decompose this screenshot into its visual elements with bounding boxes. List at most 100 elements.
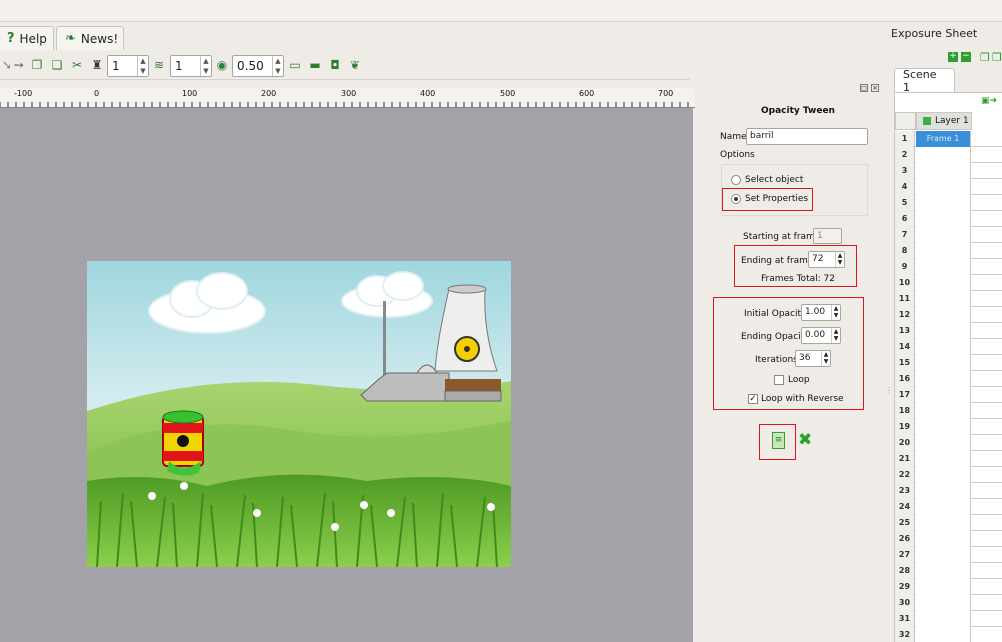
- camera-icon[interactable]: ◘: [328, 58, 342, 72]
- frame-cell[interactable]: [916, 195, 971, 211]
- frame-cell[interactable]: [916, 355, 971, 371]
- initial-opacity-field[interactable]: 1.00 ▲ ▼: [801, 304, 841, 321]
- trash-icon[interactable]: ♜: [90, 58, 104, 72]
- close-icon[interactable]: ✖: [798, 430, 812, 450]
- iterations-stepper[interactable]: ▲ ▼: [821, 351, 830, 366]
- end-frame-stepper[interactable]: ▲ ▼: [835, 252, 844, 267]
- row-number: 19: [895, 419, 915, 435]
- radio-set-properties[interactable]: [731, 194, 741, 204]
- frame-cell[interactable]: [916, 627, 971, 642]
- frame-cell[interactable]: [916, 227, 971, 243]
- exposure-row: 29: [895, 579, 1002, 595]
- frame-cell[interactable]: [916, 163, 971, 179]
- frame-cell[interactable]: [916, 387, 971, 403]
- name-field[interactable]: barril: [746, 128, 868, 145]
- pointer-icon[interactable]: ➙: [12, 58, 26, 72]
- add-layer-icon[interactable]: +: [948, 52, 958, 62]
- layer-color-icon: [923, 117, 931, 125]
- spin-one-input[interactable]: 1 ▲ ▼: [107, 55, 149, 77]
- tab-news[interactable]: ❧ News!: [56, 26, 124, 50]
- spin-two-input[interactable]: 1 ▲ ▼: [170, 55, 212, 77]
- radio-select-object[interactable]: [731, 175, 741, 185]
- frame-cell[interactable]: [916, 435, 971, 451]
- opacity-icon[interactable]: ◉: [215, 58, 229, 72]
- ruler-label: 200: [261, 89, 277, 98]
- initial-opacity-stepper[interactable]: ▲ ▼: [831, 305, 840, 320]
- loop-reverse-checkbox[interactable]: ✓: [748, 394, 758, 404]
- tab-help[interactable]: ? Help: [0, 26, 54, 50]
- row-number: 20: [895, 435, 915, 451]
- frame-cell[interactable]: Frame 1: [916, 131, 971, 147]
- frame-cell[interactable]: [916, 211, 971, 227]
- frame-cell[interactable]: [916, 307, 971, 323]
- scene-copy-icon[interactable]: ❐: [992, 51, 1002, 64]
- exposure-row: 6: [895, 211, 1002, 227]
- frame-cell[interactable]: [916, 515, 971, 531]
- exposure-row: 4: [895, 179, 1002, 195]
- screen-icon[interactable]: ▬: [308, 58, 322, 72]
- tab-scene-1[interactable]: Scene 1: [894, 68, 955, 94]
- iterations-field[interactable]: 36 ▲ ▼: [795, 350, 831, 367]
- exposure-row: 26: [895, 531, 1002, 547]
- frame-cell[interactable]: [916, 547, 971, 563]
- frame-cell[interactable]: [916, 371, 971, 387]
- remove-layer-icon[interactable]: −: [961, 52, 971, 62]
- row-number: 1: [895, 131, 915, 147]
- row-number: 15: [895, 355, 915, 371]
- horizontal-ruler: -100 0 100 200 300 400 500 600 700: [0, 88, 695, 108]
- opacity-arrows[interactable]: ▲ ▼: [272, 56, 283, 76]
- leaf-icon[interactable]: ❦: [348, 58, 362, 72]
- frame-cell[interactable]: [916, 179, 971, 195]
- exposure-row: 21: [895, 451, 1002, 467]
- panel-float-icon[interactable]: ◻: [860, 84, 868, 92]
- frame-cell[interactable]: [916, 451, 971, 467]
- layer-tool-icon[interactable]: ▣➜: [981, 96, 997, 106]
- frame-cell[interactable]: [916, 579, 971, 595]
- frame-cell[interactable]: [916, 419, 971, 435]
- onion-skin-icon[interactable]: ≋: [152, 58, 166, 72]
- row-number: 23: [895, 483, 915, 499]
- toolbar: ➘ ➙ ❐ ❏ ✂ ♜ 1 ▲ ▼ ≋ 1 ▲ ▼ ◉ 0.50 ▲ ▼ ▭ ▬ ◘ …: [0, 52, 690, 80]
- frame-cell[interactable]: [916, 291, 971, 307]
- exposure-row: 27: [895, 547, 1002, 563]
- frame-cell[interactable]: [916, 467, 971, 483]
- exposure-row: 19: [895, 419, 1002, 435]
- frame-cell[interactable]: [916, 259, 971, 275]
- scene-canvas[interactable]: [87, 261, 511, 567]
- ruler-label: 700: [658, 89, 674, 98]
- frame-cell[interactable]: [916, 563, 971, 579]
- frame-cell[interactable]: [916, 611, 971, 627]
- cut-icon[interactable]: ✂: [70, 58, 84, 72]
- frame-cell[interactable]: [916, 403, 971, 419]
- copy-icon[interactable]: ❐: [30, 58, 44, 72]
- frame-cell[interactable]: [916, 275, 971, 291]
- exposure-row: 20: [895, 435, 1002, 451]
- frame-cell[interactable]: [916, 147, 971, 163]
- frame-cell[interactable]: [916, 531, 971, 547]
- initial-opacity-label: Initial Opacity:: [744, 309, 809, 319]
- opacity-input[interactable]: 0.50 ▲ ▼: [232, 55, 284, 77]
- row-number: 3: [895, 163, 915, 179]
- layer-header[interactable]: Layer 1: [916, 112, 972, 130]
- frame-cell[interactable]: [916, 499, 971, 515]
- frame-cell[interactable]: [916, 339, 971, 355]
- spin-two-arrows[interactable]: ▲ ▼: [200, 56, 211, 76]
- row-number: 25: [895, 515, 915, 531]
- ending-opacity-field[interactable]: 0.00 ▲ ▼: [801, 327, 841, 344]
- spin-one-arrows[interactable]: ▲ ▼: [137, 56, 148, 76]
- frame-cell[interactable]: [916, 483, 971, 499]
- end-frame-field[interactable]: 72 ▲ ▼: [808, 251, 845, 268]
- row-number: 4: [895, 179, 915, 195]
- loop-checkbox[interactable]: [774, 375, 784, 385]
- frame-cell[interactable]: [916, 595, 971, 611]
- paste-icon[interactable]: ❏: [50, 58, 64, 72]
- frame-icon[interactable]: ▭: [288, 58, 302, 72]
- panel-close-icon[interactable]: ×: [871, 84, 879, 92]
- row-number: 31: [895, 611, 915, 627]
- frame-cell[interactable]: [916, 243, 971, 259]
- scene-add-icon[interactable]: ❐: [980, 51, 990, 64]
- frame-cell[interactable]: [916, 323, 971, 339]
- apply-icon[interactable]: ≡: [772, 432, 785, 449]
- ending-opacity-stepper[interactable]: ▲ ▼: [831, 328, 840, 343]
- exposure-row: 7: [895, 227, 1002, 243]
